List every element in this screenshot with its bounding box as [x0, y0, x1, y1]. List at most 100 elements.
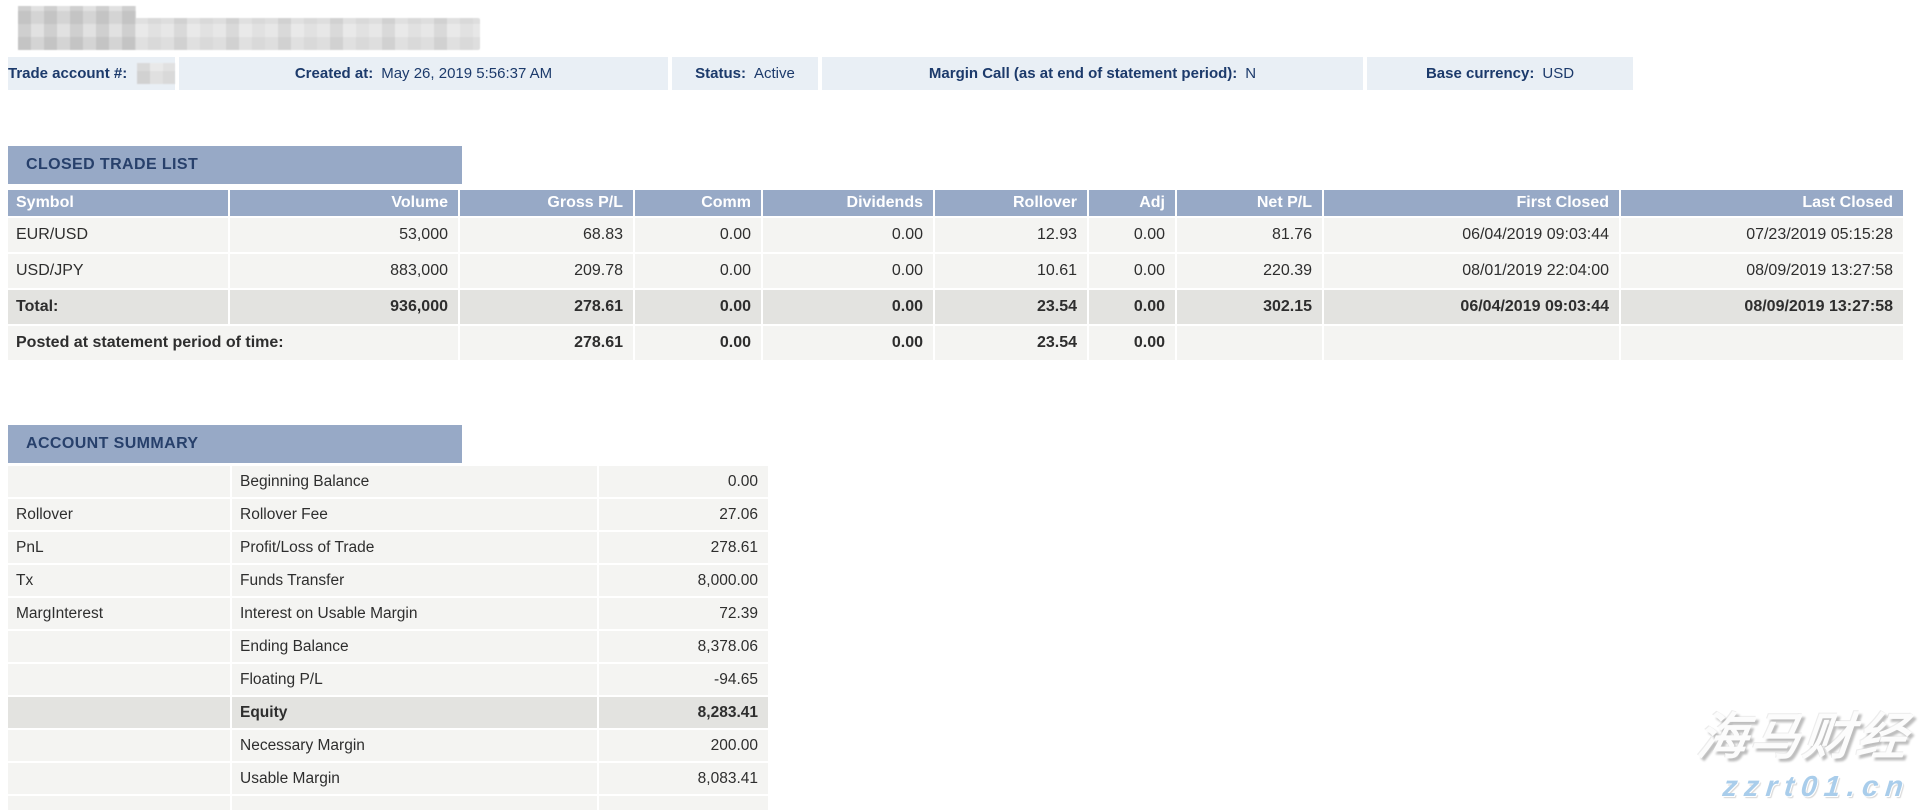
total-rollover: 23.54 [935, 290, 1087, 324]
summary-code [8, 763, 230, 794]
list-item: Tx Funds Transfer 8,000.00 [8, 565, 768, 596]
posted-adj: 0.00 [1089, 326, 1175, 360]
cell-first-closed: 06/04/2019 09:03:44 [1324, 218, 1619, 252]
margin-call-label: Margin Call (as at end of statement peri… [929, 57, 1237, 90]
col-header-rollover: Rollover [935, 190, 1087, 216]
col-header-net-pl: Net P/L [1177, 190, 1322, 216]
watermark-chinese-text: 海马财经 [1694, 697, 1914, 769]
summary-code: PnL [8, 532, 230, 563]
posted-last-closed [1621, 326, 1903, 360]
summary-label: Necessary Margin [232, 730, 597, 761]
summary-value: 0.00 [599, 466, 768, 497]
col-header-adj: Adj [1089, 190, 1175, 216]
summary-label: Interest on Usable Margin [232, 598, 597, 629]
posted-row: Posted at statement period of time: 278.… [8, 326, 1903, 360]
status-value: Active [754, 57, 795, 90]
closed-trade-list-title: CLOSED TRADE LIST [8, 146, 462, 184]
info-field-status: Status: Active [672, 57, 818, 90]
table-row: EUR/USD 53,000 68.83 0.00 0.00 12.93 0.0… [8, 218, 1903, 252]
created-at-value: May 26, 2019 5:56:37 AM [381, 57, 552, 90]
summary-label: Beginning Balance [232, 466, 597, 497]
cell-dividends: 0.00 [763, 218, 933, 252]
summary-code [8, 664, 230, 695]
redacted-report-title [18, 18, 480, 50]
summary-value: -94.65 [599, 664, 768, 695]
summary-code: Tx [8, 565, 230, 596]
created-at-label: Created at: [295, 57, 373, 90]
base-currency-value: USD [1542, 57, 1574, 90]
summary-value: 72.39 [599, 598, 768, 629]
posted-gross-pl: 278.61 [460, 326, 633, 360]
col-header-dividends: Dividends [763, 190, 933, 216]
closed-trade-table: Symbol Volume Gross P/L Comm Dividends R… [6, 188, 1905, 362]
margin-call-value: N [1245, 57, 1256, 90]
trade-table-header-row: Symbol Volume Gross P/L Comm Dividends R… [8, 190, 1903, 216]
col-header-comm: Comm [635, 190, 761, 216]
list-item: Rollover Rollover Fee 27.06 [8, 499, 768, 530]
summary-value: 8,083.41 [599, 763, 768, 794]
summary-value: 27.06 [599, 499, 768, 530]
clipped-row [8, 796, 768, 810]
trade-account-label: Trade account #: [8, 57, 127, 90]
total-label: Total: [8, 290, 228, 324]
summary-code: MargInterest [8, 598, 230, 629]
cell-volume: 883,000 [230, 254, 458, 288]
total-gross-pl: 278.61 [460, 290, 633, 324]
col-header-first-closed: First Closed [1324, 190, 1619, 216]
watermark-site-text: zzrt01.cn [1696, 771, 1911, 804]
account-summary-title: ACCOUNT SUMMARY [8, 425, 462, 463]
summary-code [8, 466, 230, 497]
base-currency-label: Base currency: [1426, 57, 1534, 90]
cell-last-closed: 08/09/2019 13:27:58 [1621, 254, 1903, 288]
col-header-volume: Volume [230, 190, 458, 216]
equity-row: Equity 8,283.41 [8, 697, 768, 728]
table-row: USD/JPY 883,000 209.78 0.00 0.00 10.61 0… [8, 254, 1903, 288]
status-label: Status: [695, 57, 746, 90]
cell-adj: 0.00 [1089, 218, 1175, 252]
summary-code [8, 697, 230, 728]
summary-label: Equity [232, 697, 597, 728]
posted-rollover: 23.54 [935, 326, 1087, 360]
list-item: Beginning Balance 0.00 [8, 466, 768, 497]
cell-dividends: 0.00 [763, 254, 933, 288]
summary-code: Rollover [8, 499, 230, 530]
col-header-last-closed: Last Closed [1621, 190, 1903, 216]
summary-label: Funds Transfer [232, 565, 597, 596]
list-item: Usable Margin 8,083.41 [8, 763, 768, 794]
cell-first-closed: 08/01/2019 22:04:00 [1324, 254, 1619, 288]
posted-label: Posted at statement period of time: [8, 326, 458, 360]
summary-value: 278.61 [599, 532, 768, 563]
posted-dividends: 0.00 [763, 326, 933, 360]
summary-label: Ending Balance [232, 631, 597, 662]
cell-comm: 0.00 [635, 254, 761, 288]
info-field-margin-call: Margin Call (as at end of statement peri… [822, 57, 1363, 90]
total-dividends: 0.00 [763, 290, 933, 324]
total-volume: 936,000 [230, 290, 458, 324]
redacted-account-number [137, 63, 175, 84]
list-item: PnL Profit/Loss of Trade 278.61 [8, 532, 768, 563]
cell-comm: 0.00 [635, 218, 761, 252]
info-field-created-at: Created at: May 26, 2019 5:56:37 AM [179, 57, 668, 90]
summary-code [8, 631, 230, 662]
closed-trade-list-section: CLOSED TRADE LIST Symbol Volume Gross P/… [8, 146, 1905, 362]
summary-code [8, 730, 230, 761]
list-item: Floating P/L -94.65 [8, 664, 768, 695]
cell-rollover: 12.93 [935, 218, 1087, 252]
cell-adj: 0.00 [1089, 254, 1175, 288]
cell-net-pl: 220.39 [1177, 254, 1322, 288]
posted-comm: 0.00 [635, 326, 761, 360]
cell-symbol: USD/JPY [8, 254, 228, 288]
total-row: Total: 936,000 278.61 0.00 0.00 23.54 0.… [8, 290, 1903, 324]
cell-last-closed: 07/23/2019 05:15:28 [1621, 218, 1903, 252]
list-item: MargInterest Interest on Usable Margin 7… [8, 598, 768, 629]
cell-volume: 53,000 [230, 218, 458, 252]
summary-value: 8,283.41 [599, 697, 768, 728]
cell-symbol: EUR/USD [8, 218, 228, 252]
summary-value: 200.00 [599, 730, 768, 761]
total-first-closed: 06/04/2019 09:03:44 [1324, 290, 1619, 324]
watermark: 海马财经 zzrt01.cn [1698, 697, 1910, 804]
col-header-symbol: Symbol [8, 190, 228, 216]
summary-label: Floating P/L [232, 664, 597, 695]
summary-value: 8,378.06 [599, 631, 768, 662]
posted-first-closed [1324, 326, 1619, 360]
